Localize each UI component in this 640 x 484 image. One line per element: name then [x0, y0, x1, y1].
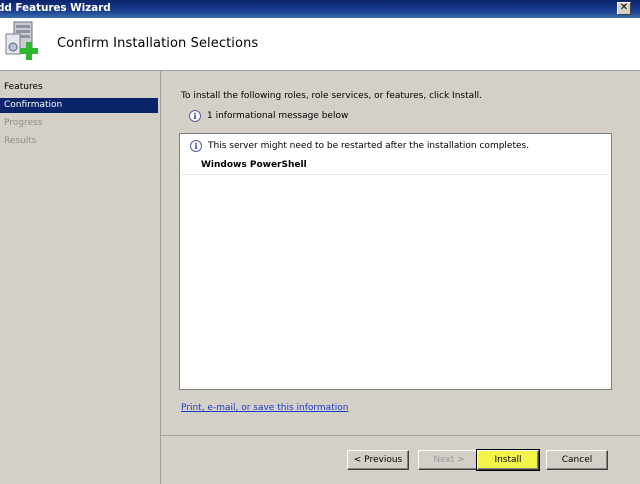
main-panel: To install the following roles, role ser… [161, 71, 640, 484]
feature-item: Windows PowerShell [201, 160, 307, 170]
previous-button[interactable]: < Previous [347, 450, 409, 470]
next-button: Next > [418, 450, 480, 470]
install-button[interactable]: Install [477, 450, 539, 470]
step-results: Results [4, 136, 37, 146]
server-add-icon [5, 21, 38, 60]
close-button[interactable]: ✕ [617, 2, 631, 15]
title-bar: dd Features Wizard ✕ [0, 0, 640, 18]
restart-message: i This server might need to be restarted… [190, 140, 529, 152]
list-separator [182, 174, 608, 175]
step-features[interactable]: Features [0, 80, 158, 95]
intro-text: To install the following roles, role ser… [181, 91, 482, 101]
info-icon: i [190, 140, 202, 152]
print-save-link[interactable]: Print, e-mail, or save this information [181, 403, 348, 413]
wizard-steps: Features Confirmation Progress Results [0, 71, 160, 484]
window-title: dd Features Wizard [0, 2, 111, 14]
step-progress: Progress [4, 118, 43, 128]
close-icon: ✕ [619, 2, 629, 13]
step-confirmation[interactable]: Confirmation [0, 98, 158, 113]
selection-list[interactable]: i This server might need to be restarted… [179, 133, 612, 390]
restart-message-text: This server might need to be restarted a… [208, 141, 530, 151]
cancel-button[interactable]: Cancel [546, 450, 608, 470]
info-icon: i [189, 110, 201, 122]
info-summary: i 1 informational message below [189, 110, 348, 122]
wizard-header: Confirm Installation Selections [0, 18, 640, 71]
button-divider [161, 435, 640, 436]
info-count-text: 1 informational message below [207, 111, 349, 121]
page-title: Confirm Installation Selections [57, 36, 259, 51]
